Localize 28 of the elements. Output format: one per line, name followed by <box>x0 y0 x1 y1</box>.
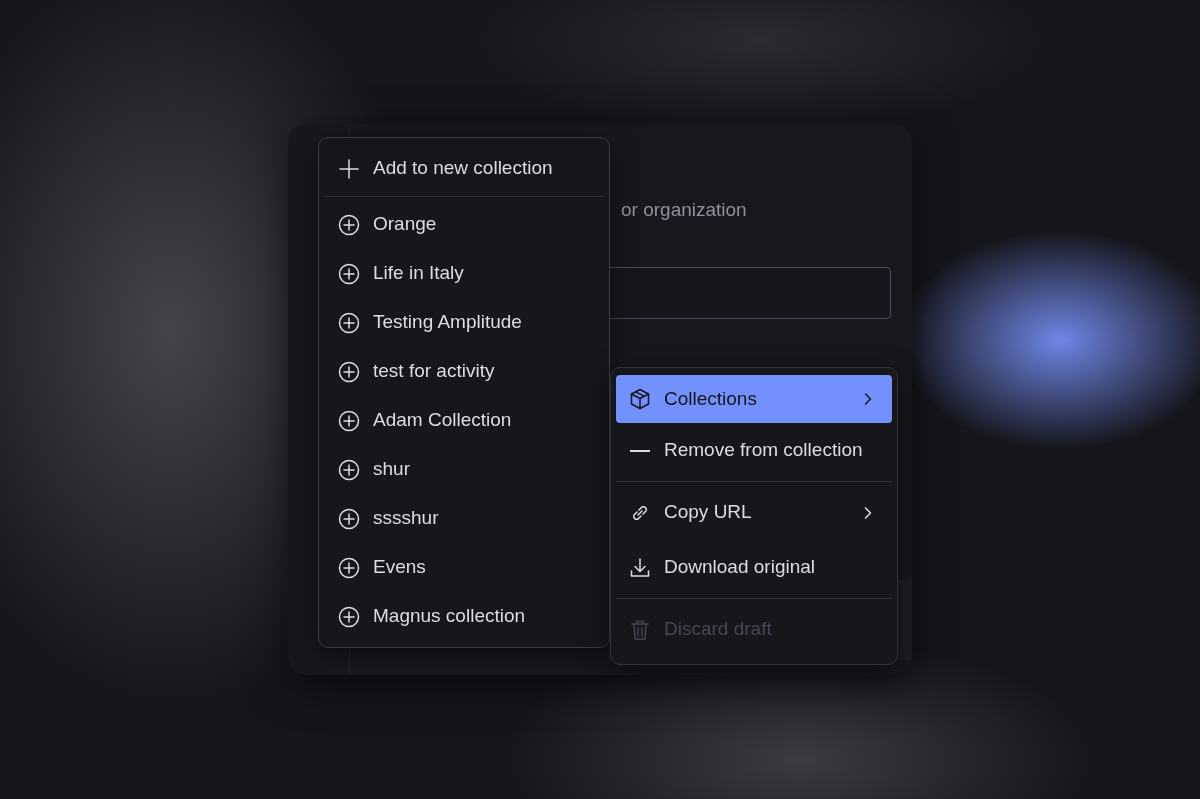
menu-item[interactable]: Life in Italy <box>325 249 603 298</box>
plus-circle-icon <box>337 555 361 580</box>
plus-circle-icon <box>337 261 361 286</box>
menu-item[interactable]: Download original <box>616 540 892 595</box>
menu-item[interactable]: Evens <box>325 543 603 592</box>
plus-circle-icon <box>337 604 361 629</box>
plus-circle-icon <box>337 457 361 482</box>
menu-item[interactable]: sssshur <box>325 494 603 543</box>
menu-item[interactable]: Orange <box>325 200 603 249</box>
plus-circle-icon <box>337 408 361 433</box>
menu-item[interactable]: test for activity <box>325 347 603 396</box>
plus-icon <box>337 156 361 181</box>
menu-item[interactable]: Collections <box>616 375 892 423</box>
dialog-subtitle: or organization <box>621 198 747 222</box>
menu-item[interactable]: Adam Collection <box>325 396 603 445</box>
cube-icon <box>628 387 652 411</box>
plus-circle-icon <box>337 310 361 335</box>
minus-icon <box>630 449 650 452</box>
menu-item[interactable]: Testing Amplitude <box>325 298 603 347</box>
plus-circle-icon <box>337 506 361 531</box>
plus-circle-icon <box>337 359 361 384</box>
download-icon <box>628 555 652 580</box>
plus-circle-icon <box>337 212 361 237</box>
menu-item[interactable]: Add to new collection <box>325 144 603 193</box>
menu-item[interactable]: Copy URL <box>616 485 892 540</box>
menu-item[interactable]: shur <box>325 445 603 494</box>
menu-item[interactable]: Magnus collection <box>325 592 603 641</box>
menu-item[interactable]: Remove from collection <box>616 423 892 478</box>
